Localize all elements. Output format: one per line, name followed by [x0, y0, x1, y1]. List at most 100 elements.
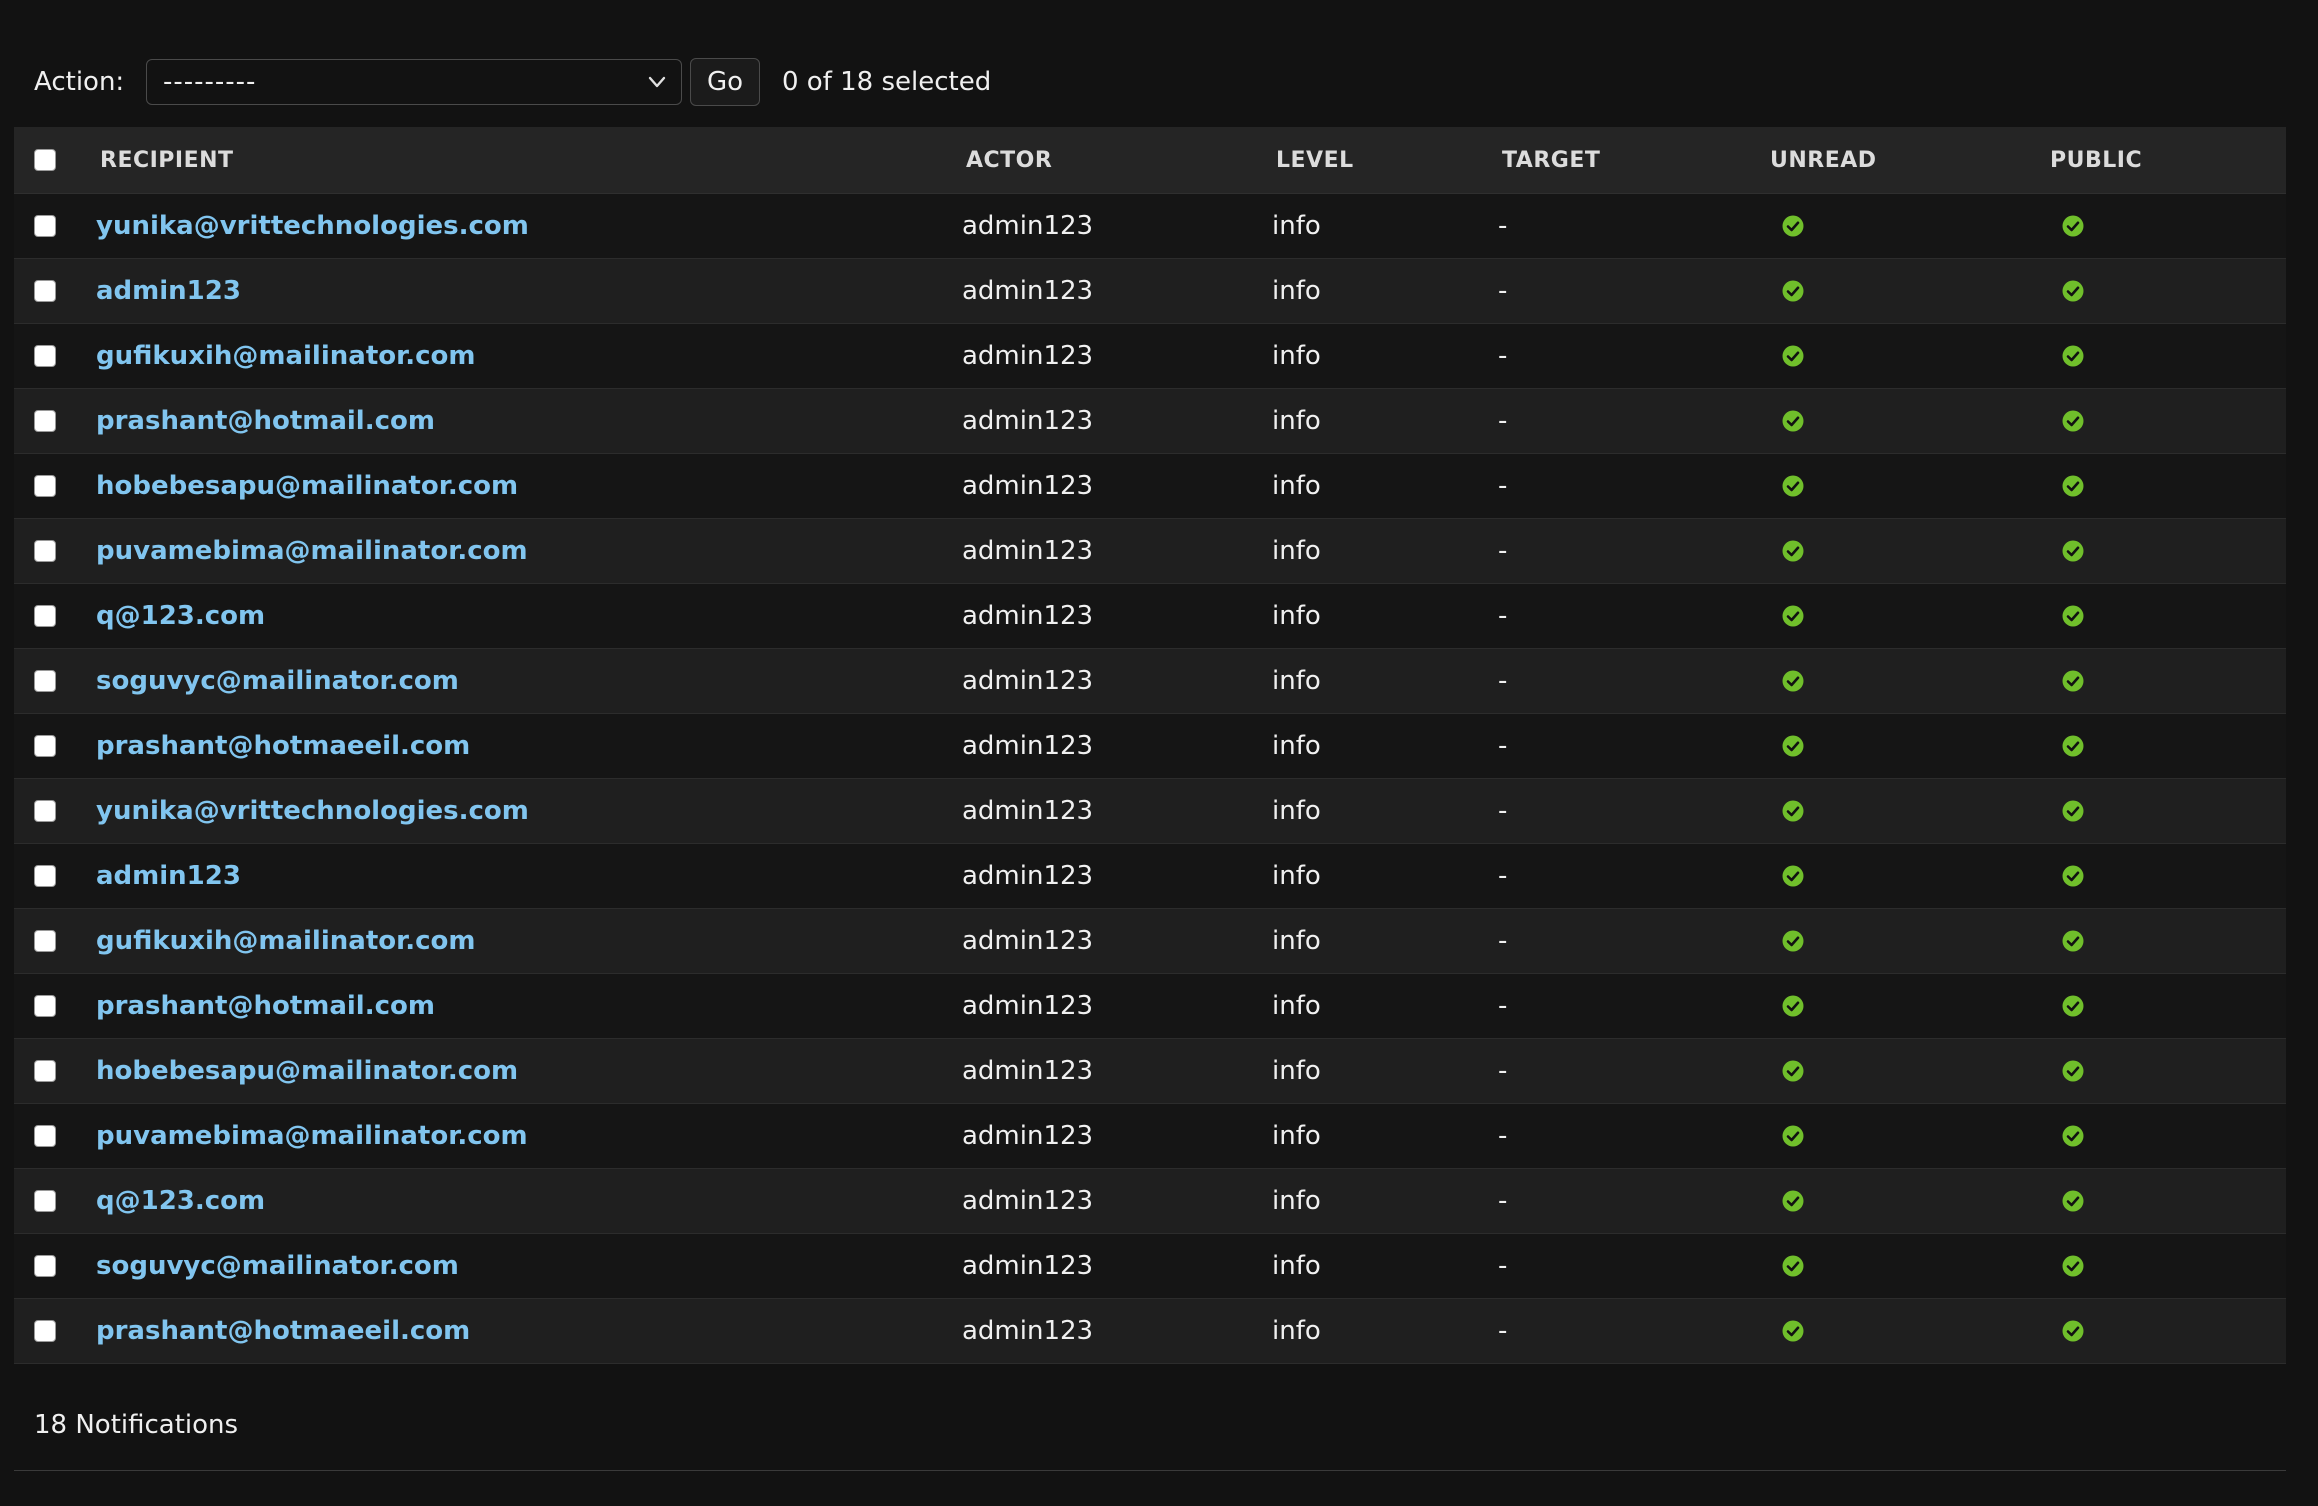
- row-checkbox[interactable]: [34, 1125, 56, 1147]
- row-checkbox[interactable]: [34, 475, 56, 497]
- recipient-link[interactable]: yunika@vrittechnologies.com: [96, 211, 529, 241]
- actor-cell: admin123: [962, 471, 1094, 501]
- recipient-link[interactable]: puvamebima@mailinator.com: [96, 536, 528, 566]
- actor-cell: admin123: [962, 1121, 1094, 1151]
- row-checkbox-cell: [34, 1039, 74, 1103]
- action-select[interactable]: ---------: [146, 59, 682, 105]
- target-cell: -: [1498, 536, 1508, 566]
- recipient-cell: prashant@hotmaeeil.com: [96, 1299, 936, 1363]
- recipient-cell: prashant@hotmaeeil.com: [96, 714, 936, 778]
- row-checkbox[interactable]: [34, 1320, 56, 1342]
- recipient-cell: yunika@vrittechnologies.com: [96, 779, 936, 843]
- public-cell: [2048, 194, 2278, 258]
- row-checkbox[interactable]: [34, 345, 56, 367]
- recipient-link[interactable]: gufikuxih@mailinator.com: [96, 341, 475, 371]
- table-row: puvamebima@mailinator.com admin123 info …: [14, 1104, 2286, 1169]
- check-circle-icon: [1782, 800, 1804, 822]
- recipient-link[interactable]: admin123: [96, 276, 241, 306]
- row-checkbox-cell: [34, 519, 74, 583]
- recipient-link[interactable]: puvamebima@mailinator.com: [96, 1121, 528, 1151]
- row-checkbox[interactable]: [34, 995, 56, 1017]
- result-count: 18 Notifications: [34, 1410, 239, 1440]
- target-cell: -: [1498, 1251, 1508, 1281]
- row-checkbox[interactable]: [34, 215, 56, 237]
- recipient-link[interactable]: prashant@hotmail.com: [96, 991, 435, 1021]
- row-checkbox[interactable]: [34, 280, 56, 302]
- check-circle-icon: [1782, 1125, 1804, 1147]
- level-cell: info: [1272, 861, 1321, 891]
- row-checkbox[interactable]: [34, 540, 56, 562]
- unread-cell: [1768, 1169, 2038, 1233]
- recipient-link[interactable]: q@123.com: [96, 1186, 265, 1216]
- column-header-target[interactable]: TARGET: [1502, 127, 1762, 193]
- row-checkbox[interactable]: [34, 1255, 56, 1277]
- public-cell: [2048, 844, 2278, 908]
- level-cell: info: [1272, 1316, 1321, 1346]
- target-cell: -: [1498, 666, 1508, 696]
- actor-cell: admin123: [962, 536, 1094, 566]
- go-button[interactable]: Go: [690, 58, 760, 106]
- target-cell: -: [1498, 406, 1508, 436]
- unread-cell: [1768, 259, 2038, 323]
- public-cell: [2048, 974, 2278, 1038]
- unread-cell: [1768, 779, 2038, 843]
- table-row: puvamebima@mailinator.com admin123 info …: [14, 519, 2286, 584]
- actor-cell: admin123: [962, 991, 1094, 1021]
- row-checkbox-cell: [34, 844, 74, 908]
- select-all-checkbox[interactable]: [34, 149, 56, 171]
- recipient-link[interactable]: yunika@vrittechnologies.com: [96, 796, 529, 826]
- recipient-link[interactable]: q@123.com: [96, 601, 265, 631]
- row-checkbox[interactable]: [34, 930, 56, 952]
- check-circle-icon: [2062, 605, 2084, 627]
- public-cell: [2048, 1039, 2278, 1103]
- actor-cell: admin123: [962, 341, 1094, 371]
- recipient-link[interactable]: prashant@hotmail.com: [96, 406, 435, 436]
- table-row: yunika@vrittechnologies.com admin123 inf…: [14, 779, 2286, 844]
- column-header-public[interactable]: PUBLIC: [2050, 127, 2280, 193]
- recipient-link[interactable]: prashant@hotmaeeil.com: [96, 1316, 470, 1346]
- row-checkbox-cell: [34, 974, 74, 1038]
- recipient-link[interactable]: hobebesapu@mailinator.com: [96, 1056, 518, 1086]
- recipient-link[interactable]: gufikuxih@mailinator.com: [96, 926, 475, 956]
- footer-divider: [14, 1470, 2286, 1471]
- recipient-link[interactable]: hobebesapu@mailinator.com: [96, 471, 518, 501]
- public-cell: [2048, 324, 2278, 388]
- actor-cell: admin123: [962, 861, 1094, 891]
- public-cell: [2048, 909, 2278, 973]
- check-circle-icon: [2062, 1060, 2084, 1082]
- recipient-link[interactable]: soguvyc@mailinator.com: [96, 666, 459, 696]
- row-checkbox[interactable]: [34, 1060, 56, 1082]
- table-row: prashant@hotmaeeil.com admin123 info -: [14, 714, 2286, 779]
- row-checkbox-cell: [34, 389, 74, 453]
- row-checkbox-cell: [34, 779, 74, 843]
- recipient-link[interactable]: prashant@hotmaeeil.com: [96, 731, 470, 761]
- public-cell: [2048, 389, 2278, 453]
- header-checkbox-cell: [34, 127, 74, 193]
- actor-cell: admin123: [962, 796, 1094, 826]
- row-checkbox[interactable]: [34, 865, 56, 887]
- row-checkbox[interactable]: [34, 1190, 56, 1212]
- recipient-link[interactable]: soguvyc@mailinator.com: [96, 1251, 459, 1281]
- column-header-actor[interactable]: ACTOR: [966, 127, 1266, 193]
- selection-status: 0 of 18 selected: [782, 67, 992, 97]
- row-checkbox[interactable]: [34, 800, 56, 822]
- actor-cell: admin123: [962, 926, 1094, 956]
- column-header-level[interactable]: LEVEL: [1276, 127, 1496, 193]
- public-cell: [2048, 454, 2278, 518]
- target-cell: -: [1498, 601, 1508, 631]
- level-cell: info: [1272, 1186, 1321, 1216]
- recipient-link[interactable]: admin123: [96, 861, 241, 891]
- level-cell: info: [1272, 991, 1321, 1021]
- row-checkbox[interactable]: [34, 605, 56, 627]
- row-checkbox[interactable]: [34, 735, 56, 757]
- actor-cell: admin123: [962, 1056, 1094, 1086]
- column-header-recipient[interactable]: RECIPIENT: [100, 127, 940, 193]
- check-circle-icon: [1782, 1255, 1804, 1277]
- row-checkbox[interactable]: [34, 410, 56, 432]
- check-circle-icon: [1782, 280, 1804, 302]
- target-cell: -: [1498, 1056, 1508, 1086]
- column-header-unread[interactable]: UNREAD: [1770, 127, 2040, 193]
- check-circle-icon: [1782, 1190, 1804, 1212]
- check-circle-icon: [1782, 1060, 1804, 1082]
- row-checkbox[interactable]: [34, 670, 56, 692]
